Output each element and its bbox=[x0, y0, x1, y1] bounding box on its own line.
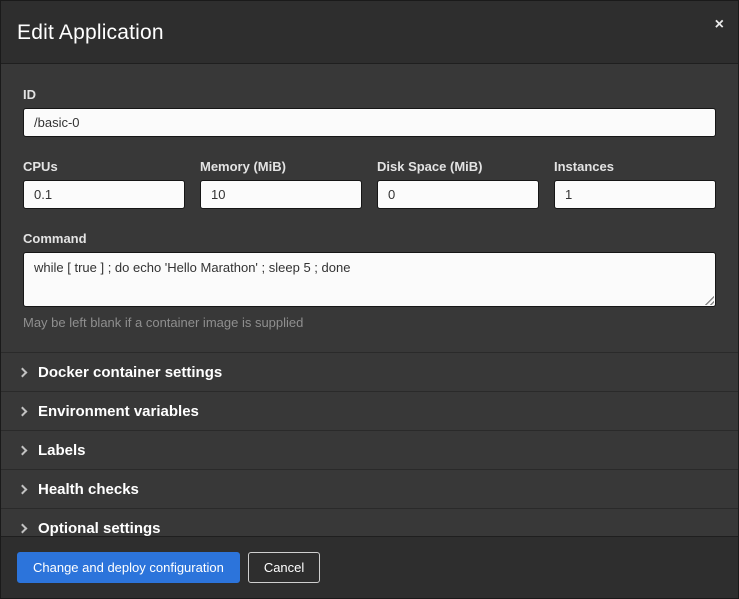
change-and-deploy-button[interactable]: Change and deploy configuration bbox=[17, 552, 240, 583]
close-icon[interactable]: × bbox=[715, 17, 724, 33]
chevron-right-icon bbox=[18, 406, 28, 416]
memory-label: Memory (MiB) bbox=[200, 159, 362, 174]
section-label: Optional settings bbox=[38, 520, 161, 537]
memory-input[interactable] bbox=[200, 180, 362, 209]
id-label: ID bbox=[23, 87, 716, 102]
resource-fields-row: CPUs Memory (MiB) Disk Space (MiB) Insta… bbox=[23, 159, 716, 209]
modal-body: ID CPUs Memory (MiB) Disk Space (MiB) In bbox=[1, 64, 738, 536]
collapsible-sections: Docker container settings Environment va… bbox=[1, 352, 738, 536]
form-area: ID CPUs Memory (MiB) Disk Space (MiB) In bbox=[1, 87, 738, 330]
instances-field-group: Instances bbox=[554, 159, 716, 209]
disk-field-group: Disk Space (MiB) bbox=[377, 159, 539, 209]
command-field-group: Command while [ true ] ; do echo 'Hello … bbox=[23, 231, 716, 330]
cpus-label: CPUs bbox=[23, 159, 185, 174]
modal-title: Edit Application bbox=[17, 21, 722, 45]
section-label: Environment variables bbox=[38, 403, 199, 420]
section-labels[interactable]: Labels bbox=[1, 430, 738, 469]
id-input[interactable] bbox=[23, 108, 716, 137]
memory-field-group: Memory (MiB) bbox=[200, 159, 362, 209]
command-help-text: May be left blank if a container image i… bbox=[23, 315, 716, 330]
chevron-right-icon bbox=[18, 367, 28, 377]
modal-footer: Change and deploy configuration Cancel bbox=[1, 536, 738, 598]
cancel-button[interactable]: Cancel bbox=[248, 552, 320, 583]
cpus-field-group: CPUs bbox=[23, 159, 185, 209]
chevron-right-icon bbox=[18, 445, 28, 455]
chevron-right-icon bbox=[18, 523, 28, 533]
section-label: Health checks bbox=[38, 481, 139, 498]
section-label: Docker container settings bbox=[38, 364, 222, 381]
section-docker-container-settings[interactable]: Docker container settings bbox=[1, 352, 738, 391]
cpus-input[interactable] bbox=[23, 180, 185, 209]
instances-input[interactable] bbox=[554, 180, 716, 209]
disk-input[interactable] bbox=[377, 180, 539, 209]
edit-application-modal: Edit Application × ID CPUs Memory (MiB) … bbox=[0, 0, 739, 599]
disk-label: Disk Space (MiB) bbox=[377, 159, 539, 174]
section-health-checks[interactable]: Health checks bbox=[1, 469, 738, 508]
chevron-right-icon bbox=[18, 484, 28, 494]
modal-header: Edit Application × bbox=[1, 1, 738, 64]
instances-label: Instances bbox=[554, 159, 716, 174]
command-label: Command bbox=[23, 231, 716, 246]
section-environment-variables[interactable]: Environment variables bbox=[1, 391, 738, 430]
command-textarea-wrap: while [ true ] ; do echo 'Hello Marathon… bbox=[23, 252, 716, 307]
section-optional-settings[interactable]: Optional settings bbox=[1, 508, 738, 536]
command-textarea[interactable]: while [ true ] ; do echo 'Hello Marathon… bbox=[23, 252, 716, 307]
id-field-group: ID bbox=[23, 87, 716, 137]
section-label: Labels bbox=[38, 442, 86, 459]
